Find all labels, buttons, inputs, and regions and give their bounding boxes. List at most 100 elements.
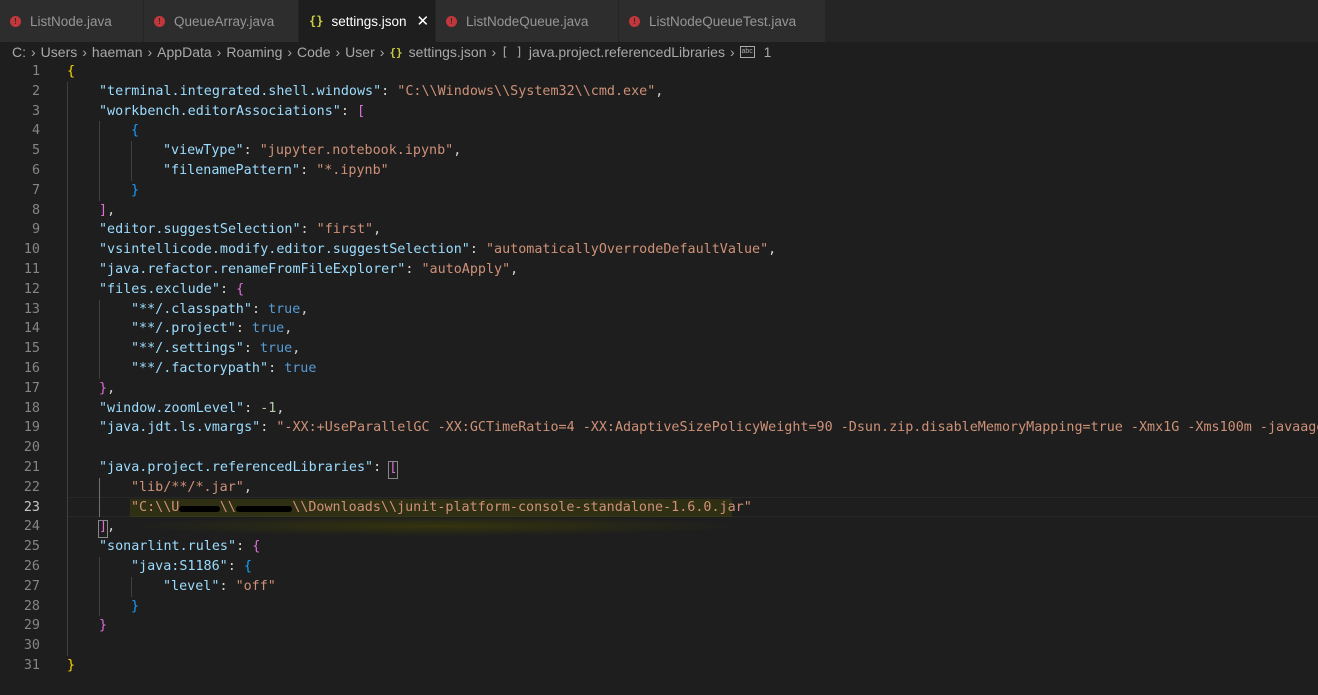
code-token: -1 <box>260 400 277 416</box>
breadcrumb-roaming[interactable]: Roaming <box>226 44 282 60</box>
line-number: 10 <box>23 242 40 258</box>
indent-guide <box>67 557 68 577</box>
code-line: 31} <box>0 656 1318 676</box>
code-token: "**/.classpath" <box>131 301 252 317</box>
tab-queuearray-java[interactable]: ! QueueArray.java <box>144 0 299 42</box>
code-token: "java:S1186" <box>131 559 228 574</box>
code-text: } <box>131 597 139 617</box>
code-token: : <box>300 222 317 238</box>
line-number: 31 <box>23 658 40 673</box>
chevron-right-icon: › <box>216 44 222 60</box>
close-icon[interactable]: ✕ <box>417 12 430 30</box>
line-number: 20 <box>23 440 40 456</box>
line-number: 9 <box>31 222 40 238</box>
line-number: 13 <box>23 301 40 317</box>
code-line: 3 "workbench.editorAssociations": [ <box>0 102 1318 122</box>
code-text: { <box>67 62 75 82</box>
code-token: , <box>107 519 116 535</box>
code-token: : <box>381 83 398 99</box>
code-token: : <box>300 163 317 178</box>
code-token: "java.jdt.ls.vmargs" <box>99 420 261 436</box>
indent-guide <box>67 161 68 181</box>
bracket-match-box <box>388 461 399 479</box>
indent-guide <box>67 279 68 300</box>
code-line: 4{ <box>0 121 1318 141</box>
breadcrumb-code[interactable]: Code <box>297 44 330 60</box>
code-line: 21 "java.project.referencedLibraries": [ <box>0 458 1318 478</box>
tab-label: QueueArray.java <box>174 13 275 29</box>
breadcrumb: C: › Users › haeman › AppData › Roaming … <box>0 42 1318 62</box>
tab-listnodequeue-java[interactable]: ! ListNodeQueue.java <box>436 0 619 42</box>
line-number: 15 <box>23 341 40 357</box>
java-error-icon: ! <box>446 15 457 27</box>
java-error-icon: ! <box>154 15 165 27</box>
code-line: 12 "files.exclude": { <box>0 280 1318 300</box>
code-text: "terminal.integrated.shell.windows": "C:… <box>99 82 663 102</box>
code-token: "filenamePattern" <box>163 163 301 178</box>
indent-guide <box>67 458 68 478</box>
code-token: : <box>243 341 260 357</box>
indent-guide <box>99 121 100 142</box>
code-text: { <box>131 121 139 141</box>
code-token: "jupyter.notebook.ipynb" <box>259 143 454 159</box>
indent-guide <box>67 398 68 419</box>
code-text: "java:S1186": { <box>131 557 252 577</box>
code-token: : <box>260 420 277 436</box>
code-token: "workbench.editorAssociations" <box>99 103 341 119</box>
code-token: "editor.suggestSelection" <box>99 222 301 238</box>
chevron-right-icon: › <box>31 44 36 60</box>
indent-guide <box>67 418 68 439</box>
code-text: "**/.classpath": true, <box>131 300 308 320</box>
indent-guide <box>67 220 68 241</box>
code-editor[interactable]: 1{2 "terminal.integrated.shell.windows": … <box>0 62 1318 695</box>
code-line: 17}, <box>0 379 1318 399</box>
tab-settings-json[interactable]: {} settings.json ✕ <box>299 0 436 42</box>
code-token: "**/.project" <box>131 321 236 337</box>
line-number: 29 <box>23 618 40 634</box>
tab-listnodequeuetest-java[interactable]: ! ListNodeQueueTest.java <box>619 0 826 42</box>
line-number: 4 <box>31 123 40 139</box>
indent-guide <box>67 359 68 379</box>
code-text: "workbench.editorAssociations": [ <box>99 102 365 122</box>
code-token: true <box>260 341 293 357</box>
indent-guide <box>67 576 68 597</box>
code-token: , <box>284 321 293 337</box>
breadcrumb-user[interactable]: User <box>345 44 375 60</box>
code-line: 25 "sonarlint.rules": { <box>0 537 1318 557</box>
breadcrumb-users[interactable]: Users <box>41 44 78 60</box>
chevron-right-icon: › <box>335 44 341 60</box>
indent-guide <box>67 537 68 557</box>
line-number: 6 <box>31 163 40 178</box>
tab-listnode-java[interactable]: ! ListNode.java <box>0 0 144 42</box>
code-token: : <box>244 400 261 416</box>
code-line: 16 "**/.factorypath": true <box>0 359 1318 379</box>
breadcrumb-appdata[interactable]: AppData <box>157 44 211 60</box>
json-braces-icon: {} <box>389 45 403 59</box>
breadcrumb-drive[interactable]: C: <box>12 44 26 60</box>
code-token: , <box>373 222 382 238</box>
indent-guide <box>99 339 100 359</box>
line-number: 22 <box>23 479 40 495</box>
code-line: 24], <box>0 517 1318 537</box>
code-token: } <box>131 598 140 614</box>
code-line: 14 "**/.project": true, <box>0 319 1318 339</box>
breadcrumb-index[interactable]: 1 <box>764 44 772 60</box>
indent-guide <box>99 299 100 320</box>
breadcrumb-file[interactable]: settings.json <box>409 44 487 60</box>
indent-guide <box>99 319 100 340</box>
code-token: , <box>453 143 462 159</box>
code-text: "java.refactor.renameFromFileExplorer": … <box>99 260 518 280</box>
code-line: 26 "java:S1186": { <box>0 557 1318 577</box>
breadcrumb-user-name[interactable]: haeman <box>92 44 143 60</box>
code-line: 30 <box>0 636 1318 656</box>
code-token: "first" <box>316 222 374 238</box>
code-token: "**/.factorypath" <box>131 361 269 376</box>
breadcrumb-symbol[interactable]: java.project.referencedLibraries <box>529 44 725 60</box>
code-text: "sonarlint.rules": { <box>99 537 260 557</box>
code-text: "viewType": "jupyter.notebook.ipynb", <box>163 141 461 161</box>
code-token: "-XX:+UseParallelGC -XX:GCTimeRatio=4 -X… <box>276 420 1318 436</box>
json-braces-icon: {} <box>309 14 324 28</box>
indent-guide <box>131 141 132 161</box>
array-icon: [ ] <box>501 45 523 59</box>
line-number: 26 <box>23 559 40 574</box>
